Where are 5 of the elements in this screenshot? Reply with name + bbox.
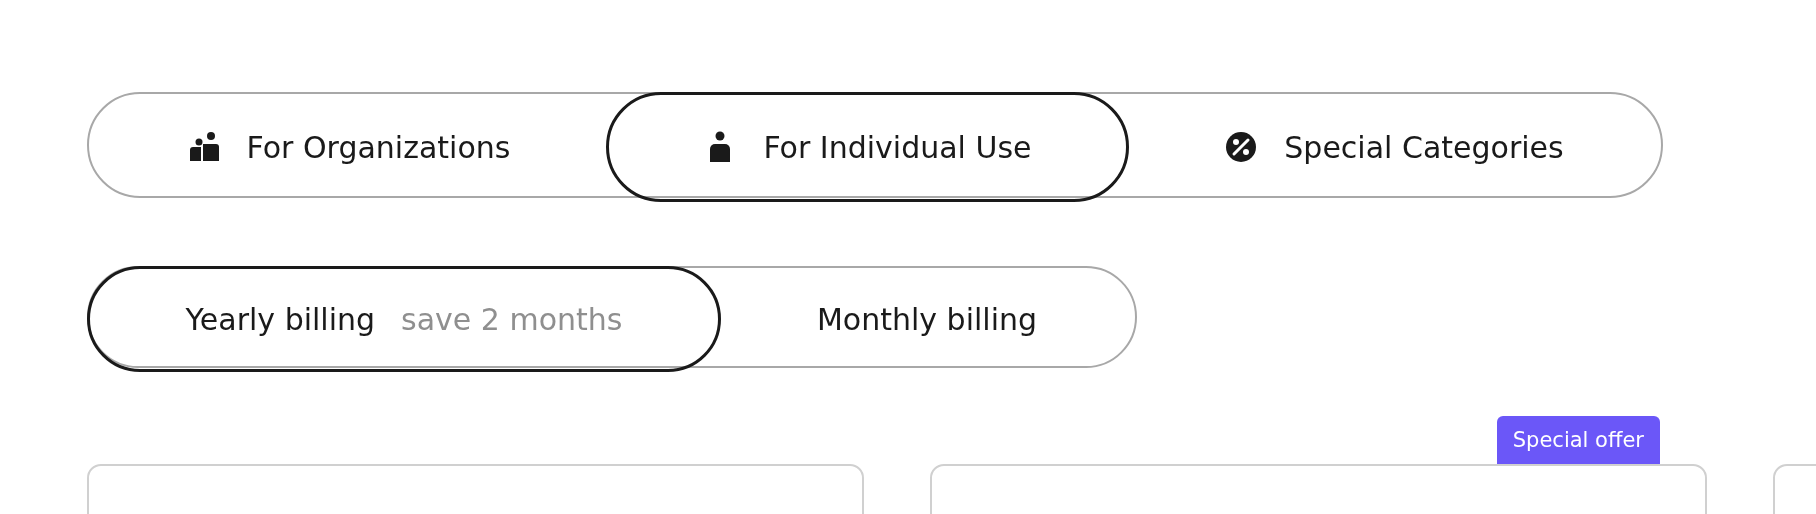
offer-badge: Special offer: [1496, 416, 1660, 464]
percent-icon: [1224, 130, 1259, 164]
billing-tab[interactable]: Yearly billing save 2 months: [87, 266, 721, 372]
savings-note: save 2 months: [401, 301, 623, 337]
audience-tab[interactable]: For Individual Use: [606, 92, 1129, 202]
